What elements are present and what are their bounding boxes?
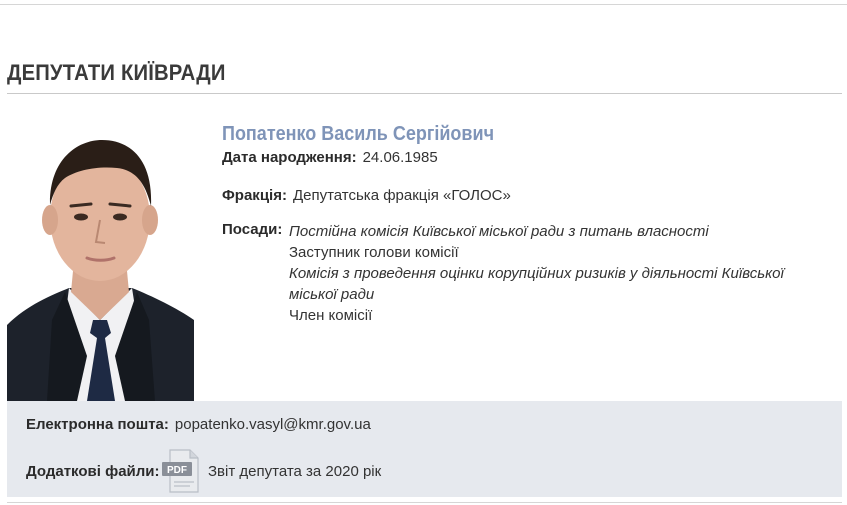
faction-row: Фракція: Депутатська фракція «ГОЛОС» (222, 187, 511, 204)
email-label: Електронна пошта: (26, 416, 169, 433)
faction-label: Фракція: (222, 187, 287, 204)
posts-label: Посади: (222, 221, 283, 238)
bottom-divider (7, 502, 842, 503)
email-link[interactable]: popatenko.vasyl@kmr.gov.ua (175, 416, 371, 433)
faction-value: Депутатська фракція «ГОЛОС» (292, 187, 511, 204)
commission-name: Постійна комісія Київської міської ради … (289, 223, 709, 240)
portrait-image (7, 120, 194, 401)
birth-date-row: Дата народження: 24.06.1985 (222, 149, 438, 166)
top-divider (0, 4, 847, 5)
pdf-file-icon[interactable]: PDF (160, 448, 200, 494)
email-row: Електронна пошта: popatenko.vasyl@kmr.gov… (26, 416, 371, 433)
deputy-name-link[interactable]: Попатенко Василь Сергійович (222, 123, 494, 146)
commission-role: Заступник голови комісії (289, 244, 459, 261)
page-title: ДЕПУТАТИ КИЇВРАДИ (7, 60, 226, 85)
commission-name: Комісія з проведення оцінки корупційних … (289, 265, 784, 303)
deputy-photo (7, 120, 194, 401)
birth-date-value: 24.06.1985 (362, 149, 438, 166)
birth-date-label: Дата народження: (222, 149, 357, 166)
pdf-badge-text: PDF (167, 465, 187, 476)
posts-list: Постійна комісія Київської міської ради … (289, 221, 834, 326)
title-divider (7, 93, 842, 94)
files-row: Додаткові файли: (26, 463, 166, 480)
commission-role: Член комісії (289, 307, 373, 324)
report-file-link[interactable]: Звіт депутата за 2020 рік (208, 463, 381, 480)
files-label: Додаткові файли: (26, 463, 160, 480)
